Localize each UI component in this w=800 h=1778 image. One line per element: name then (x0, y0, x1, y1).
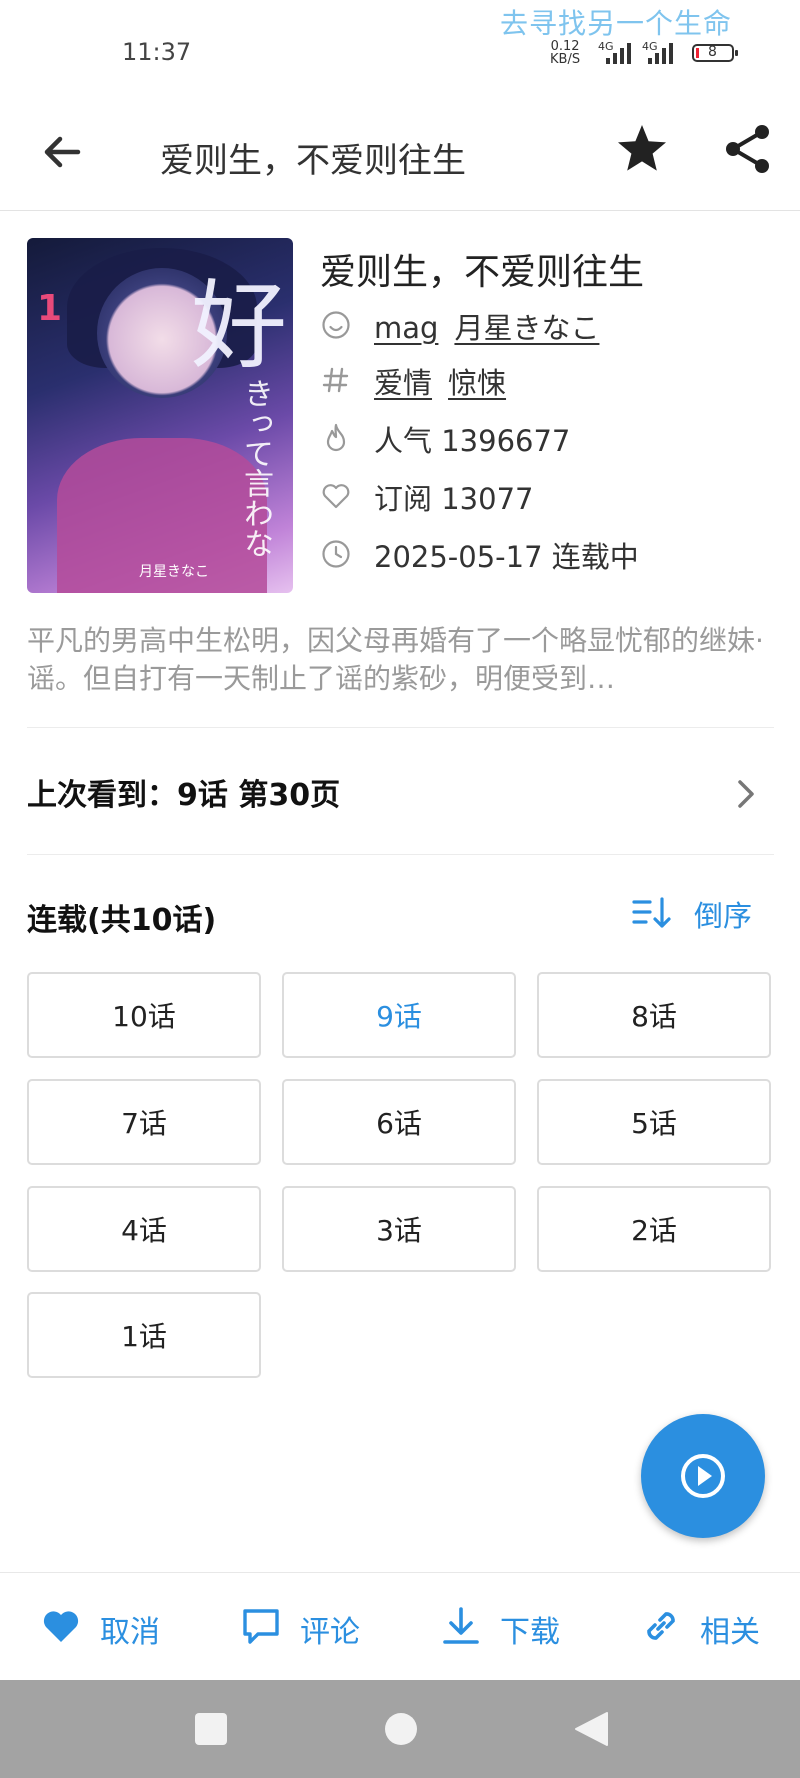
description[interactable]: 平凡的男高中生松明，因父母再婚有了一个略显忧郁的继妹·谣。但自打有一天制止了谣的… (27, 622, 777, 698)
chapter-button[interactable]: 4话 (27, 1186, 261, 1272)
overlay-text: 去寻找另一个生命 (500, 7, 733, 40)
author-link[interactable]: 月星きなこ (454, 311, 599, 345)
smile-icon (322, 311, 350, 339)
chapter-button[interactable]: 7话 (27, 1079, 261, 1165)
cover-volume: 1 (37, 288, 63, 329)
signal-icon-2: 4G (642, 40, 678, 64)
popularity-text: 人气 1396677 (374, 424, 571, 458)
chapter-button[interactable]: 10话 (27, 972, 261, 1058)
cover-author: 月星きなこ (139, 564, 209, 580)
chapter-button[interactable]: 6话 (282, 1079, 516, 1165)
sim1-label: 4G (598, 40, 614, 53)
related-label: 相关 (700, 1615, 760, 1650)
battery-level: 8 (708, 44, 717, 60)
heart-icon (43, 1611, 79, 1642)
chapter-button[interactable]: 3话 (282, 1186, 516, 1272)
back-arrow-icon[interactable] (38, 127, 88, 177)
back-triangle-icon[interactable] (572, 1710, 610, 1748)
divider (27, 727, 774, 728)
favorite-label: 取消 (100, 1615, 160, 1650)
page-title: 爱则生，不爱则往生 (160, 141, 466, 181)
download-icon (443, 1607, 479, 1644)
comment-label: 评论 (300, 1615, 360, 1650)
chevron-right-icon (738, 780, 754, 808)
chapter-button[interactable]: 8话 (537, 972, 771, 1058)
download-label: 下载 (500, 1615, 560, 1650)
chapter-button[interactable]: 1话 (27, 1292, 261, 1378)
chapter-button[interactable]: 2话 (537, 1186, 771, 1272)
network-speed: 0.12 KB/S (550, 40, 580, 66)
cover-title-glyph: 好 (191, 270, 287, 382)
status-time: 11:37 (122, 38, 192, 66)
fire-icon (326, 423, 346, 452)
subscription-text: 订阅 13077 (374, 482, 534, 516)
chapter-list-title: 连载(共10话) (27, 903, 217, 938)
share-icon[interactable] (722, 123, 774, 175)
status-bar: 11:37 去寻找另一个生命 0.12 KB/S 4G 4G 8 (0, 0, 800, 95)
heart-outline-icon (322, 484, 350, 509)
play-fab-button[interactable] (641, 1414, 765, 1538)
hash-icon (322, 367, 349, 393)
cover-vertical-text: きって言わな (238, 378, 273, 558)
app-bar: 爱则生，不爱则往生 (0, 95, 800, 211)
update-text: 2025-05-17 连载中 (374, 540, 639, 574)
signal-icon: 4G (598, 40, 634, 64)
sort-label: 倒序 (694, 899, 753, 933)
chapter-button[interactable]: 5话 (537, 1079, 771, 1165)
recent-apps-icon[interactable] (192, 1710, 230, 1748)
link-icon (647, 1612, 675, 1640)
chapter-button-current[interactable]: 9话 (282, 972, 516, 1058)
author-link[interactable]: mag (374, 311, 438, 345)
comic-title: 爱则生，不爱则往生 (320, 252, 645, 293)
sim2-label: 4G (642, 40, 658, 53)
speed-unit: KB/S (550, 52, 581, 67)
last-read-text: 上次看到：9话 第30页 (27, 778, 341, 813)
cover-image[interactable]: 好 1 きって言わな 月星きなこ (27, 238, 293, 593)
sort-icon (632, 897, 671, 928)
bottom-action-bar: 取消 评论 下载 相关 (0, 1572, 800, 1681)
tag-link[interactable]: 惊悚 (448, 366, 506, 400)
star-icon[interactable] (612, 119, 672, 179)
comment-icon (243, 1609, 279, 1644)
play-circle-icon (681, 1454, 725, 1498)
divider (27, 854, 774, 855)
clock-icon (322, 540, 350, 568)
battery-icon: 8 (692, 44, 738, 62)
home-icon[interactable] (382, 1710, 420, 1748)
tag-link[interactable]: 爱情 (374, 366, 432, 400)
system-nav-bar (0, 1680, 800, 1778)
